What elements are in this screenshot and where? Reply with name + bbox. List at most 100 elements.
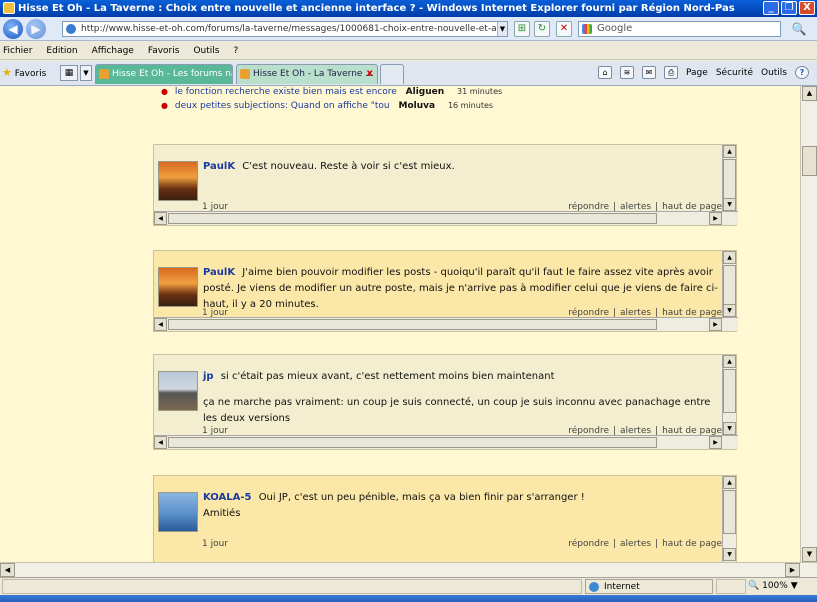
top-link[interactable]: haut de page: [662, 308, 722, 317]
close-button[interactable]: X: [799, 1, 815, 15]
back-button[interactable]: ◀: [3, 19, 23, 39]
post-author[interactable]: PaulK: [203, 161, 235, 172]
post-horizontal-scrollbar[interactable]: ◀ ▶: [154, 435, 738, 449]
zoom-control[interactable]: 🔍 100% ▼: [748, 579, 808, 594]
tab-list-dropdown-icon[interactable]: ▼: [80, 65, 92, 81]
tab-close-icon[interactable]: x: [367, 65, 373, 83]
scroll-thumb[interactable]: [168, 319, 657, 330]
page-vertical-scrollbar[interactable]: ▲ ▼: [800, 86, 817, 562]
scroll-up-icon[interactable]: ▲: [802, 86, 817, 101]
top-link[interactable]: haut de page: [662, 539, 722, 549]
post-vertical-scrollbar[interactable]: ▲ ▼: [722, 476, 736, 562]
scroll-up-icon[interactable]: ▲: [723, 251, 736, 264]
scroll-up-icon[interactable]: ▲: [723, 355, 736, 368]
post-horizontal-scrollbar[interactable]: ◀ ▶: [154, 211, 738, 225]
protected-mode-icon[interactable]: [716, 579, 746, 594]
top-link[interactable]: haut de page: [662, 426, 722, 435]
post-vertical-scrollbar[interactable]: ▲ ▼: [722, 251, 736, 317]
scroll-left-icon[interactable]: ◀: [0, 563, 15, 577]
avatar[interactable]: [158, 267, 198, 307]
tools-menu[interactable]: Outils: [761, 68, 787, 78]
post-vertical-scrollbar[interactable]: ▲ ▼: [722, 355, 736, 435]
alert-link[interactable]: alertes: [620, 202, 651, 211]
recent-topic-author[interactable]: Aliguen: [406, 87, 445, 97]
scroll-thumb[interactable]: [802, 146, 817, 176]
scroll-left-icon[interactable]: ◀: [154, 318, 167, 331]
scroll-thumb[interactable]: [723, 265, 736, 309]
quick-tabs-icon[interactable]: ▦: [60, 65, 78, 81]
scroll-left-icon[interactable]: ◀: [154, 212, 167, 225]
avatar[interactable]: [158, 492, 198, 532]
scroll-down-icon[interactable]: ▼: [723, 422, 736, 435]
recent-topic-text[interactable]: deux petites subjections: Quand on affic…: [175, 101, 390, 111]
scroll-down-icon[interactable]: ▼: [802, 547, 817, 562]
new-tab-button[interactable]: [380, 64, 404, 84]
post-author[interactable]: PaulK: [203, 267, 235, 278]
scroll-thumb[interactable]: [168, 213, 657, 224]
scroll-down-icon[interactable]: ▼: [723, 304, 736, 317]
separator: |: [655, 426, 659, 435]
scroll-thumb[interactable]: [723, 159, 736, 203]
search-box[interactable]: Google: [578, 21, 781, 37]
home-icon[interactable]: ⌂: [598, 66, 613, 79]
mail-icon[interactable]: ✉: [642, 66, 657, 79]
scroll-down-icon[interactable]: ▼: [723, 198, 736, 211]
minimize-button[interactable]: _: [763, 1, 779, 15]
menu-tools[interactable]: Outils: [193, 46, 219, 56]
top-link[interactable]: haut de page: [662, 202, 722, 211]
tab-taverne[interactable]: Hisse Et Oh - La Taverne ... x: [236, 64, 378, 84]
menu-favorites[interactable]: Favoris: [148, 46, 180, 56]
refresh-icon[interactable]: ↻: [534, 21, 550, 37]
zoom-dropdown-icon[interactable]: ▼: [791, 581, 798, 591]
reply-link[interactable]: répondre: [568, 308, 609, 317]
address-dropdown-icon[interactable]: ▼: [497, 22, 507, 36]
scroll-right-icon[interactable]: ▶: [709, 436, 722, 449]
favorites-button[interactable]: ★ Favoris: [2, 66, 46, 79]
avatar[interactable]: [158, 371, 198, 411]
feeds-icon[interactable]: ≋: [620, 66, 635, 79]
scroll-left-icon[interactable]: ◀: [154, 436, 167, 449]
post-vertical-scrollbar[interactable]: ▲ ▼: [722, 145, 736, 211]
post-author[interactable]: KOALA-5: [203, 492, 252, 503]
tab-forums[interactable]: Hisse Et Oh - Les forums naut...: [95, 64, 233, 84]
post-horizontal-scrollbar[interactable]: ◀ ▶: [154, 317, 738, 331]
stop-icon[interactable]: ✕: [556, 21, 572, 37]
recent-topic-text[interactable]: le fonction recherche existe bien mais e…: [175, 87, 397, 97]
forward-button[interactable]: ▶: [26, 19, 46, 39]
scroll-right-icon[interactable]: ▶: [785, 563, 800, 577]
post-author[interactable]: jp: [203, 371, 214, 382]
scroll-thumb[interactable]: [723, 369, 736, 413]
avatar[interactable]: [158, 161, 198, 201]
scroll-thumb[interactable]: [723, 490, 736, 534]
address-bar[interactable]: http://www.hisse-et-oh.com/forums/la-tav…: [62, 21, 508, 37]
page-horizontal-scrollbar[interactable]: ◀ ▶: [0, 562, 817, 577]
alert-link[interactable]: alertes: [620, 426, 651, 435]
menu-file[interactable]: Fichier: [3, 46, 32, 56]
maximize-button[interactable]: ❐: [781, 1, 797, 15]
scroll-up-icon[interactable]: ▲: [723, 145, 736, 158]
reply-link[interactable]: répondre: [568, 202, 609, 211]
recent-topic-author[interactable]: Moluva: [398, 101, 435, 111]
security-menu[interactable]: Sécurité: [716, 68, 753, 78]
page-menu[interactable]: Page: [686, 68, 708, 78]
command-bar: ⌂ ≋ ✉ ⎙ Page Sécurité Outils ?: [598, 66, 809, 79]
alert-link[interactable]: alertes: [620, 308, 651, 317]
security-zone[interactable]: Internet: [585, 579, 713, 594]
scroll-down-icon[interactable]: ▼: [723, 548, 736, 561]
reply-link[interactable]: répondre: [568, 539, 609, 549]
search-icon[interactable]: 🔍: [786, 20, 812, 38]
compatibility-icon[interactable]: ⊞: [514, 21, 530, 37]
menu-edit[interactable]: Edition: [46, 46, 77, 56]
menu-view[interactable]: Affichage: [92, 46, 134, 56]
print-icon[interactable]: ⎙: [664, 66, 679, 79]
alert-link[interactable]: alertes: [620, 539, 651, 549]
scroll-right-icon[interactable]: ▶: [709, 212, 722, 225]
scroll-right-icon[interactable]: ▶: [709, 318, 722, 331]
help-icon[interactable]: ?: [795, 66, 809, 79]
reply-link[interactable]: répondre: [568, 426, 609, 435]
scroll-up-icon[interactable]: ▲: [723, 476, 736, 489]
menu-help[interactable]: ?: [233, 46, 238, 56]
recent-topic[interactable]: ● deux petites subjections: Quand on aff…: [161, 101, 493, 111]
scroll-thumb[interactable]: [168, 437, 657, 448]
recent-topic[interactable]: ● le fonction recherche existe bien mais…: [161, 87, 502, 97]
